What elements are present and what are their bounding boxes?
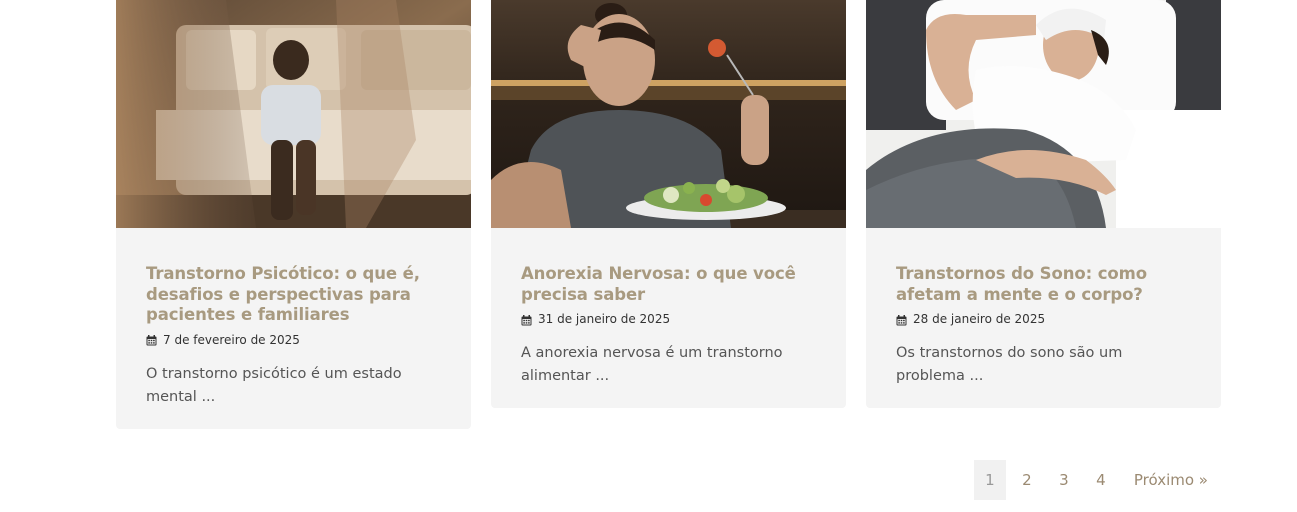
post-date: 7 de fevereiro de 2025 <box>163 332 300 347</box>
post-image <box>491 0 846 228</box>
post-excerpt: Os transtornos do sono são um problema .… <box>896 345 1123 384</box>
post-meta: 7 de fevereiro de 2025 <box>146 332 441 348</box>
post-body: Anorexia Nervosa: o que você precisa sab… <box>491 228 846 408</box>
post-excerpt: O transtorno psicótico é um estado menta… <box>146 365 402 405</box>
post-card: Anorexia Nervosa: o que você precisa sab… <box>491 0 846 408</box>
calendar-icon <box>146 334 157 346</box>
pagination: 1 2 3 4 Próximo » <box>969 460 1220 500</box>
page-number-link[interactable]: 2 <box>1011 460 1043 500</box>
page-number-link[interactable]: 3 <box>1048 460 1080 500</box>
post-date: 28 de janeiro de 2025 <box>913 312 1046 326</box>
posts-grid: Transtorno Psicótico: o que é, desafios … <box>116 0 1221 429</box>
post-date: 31 de janeiro de 2025 <box>538 312 671 326</box>
post-body: Transtorno Psicótico: o que é, desafios … <box>116 228 471 429</box>
post-title[interactable]: Anorexia Nervosa: o que você precisa sab… <box>521 264 816 305</box>
post-image <box>116 0 471 228</box>
post-meta: 28 de janeiro de 2025 <box>896 311 1191 327</box>
page-number-current: 1 <box>973 460 1006 500</box>
post-meta: 31 de janeiro de 2025 <box>521 311 816 327</box>
post-thumbnail[interactable] <box>866 0 1221 228</box>
next-page-link[interactable]: Próximo » <box>1122 460 1220 500</box>
post-title[interactable]: Transtornos do Sono: como afetam a mente… <box>896 264 1191 305</box>
post-card: Transtorno Psicótico: o que é, desafios … <box>116 0 471 429</box>
post-thumbnail[interactable] <box>491 0 846 228</box>
post-body: Transtornos do Sono: como afetam a mente… <box>866 228 1221 408</box>
post-thumbnail[interactable] <box>116 0 471 228</box>
post-excerpt: A anorexia nervosa é um transtorno alime… <box>521 345 783 384</box>
page-number-link[interactable]: 4 <box>1085 460 1117 500</box>
calendar-icon <box>521 314 532 325</box>
calendar-icon <box>896 314 907 325</box>
post-title[interactable]: Transtorno Psicótico: o que é, desafios … <box>146 264 441 326</box>
post-image <box>866 0 1221 228</box>
post-card: Transtornos do Sono: como afetam a mente… <box>866 0 1221 408</box>
